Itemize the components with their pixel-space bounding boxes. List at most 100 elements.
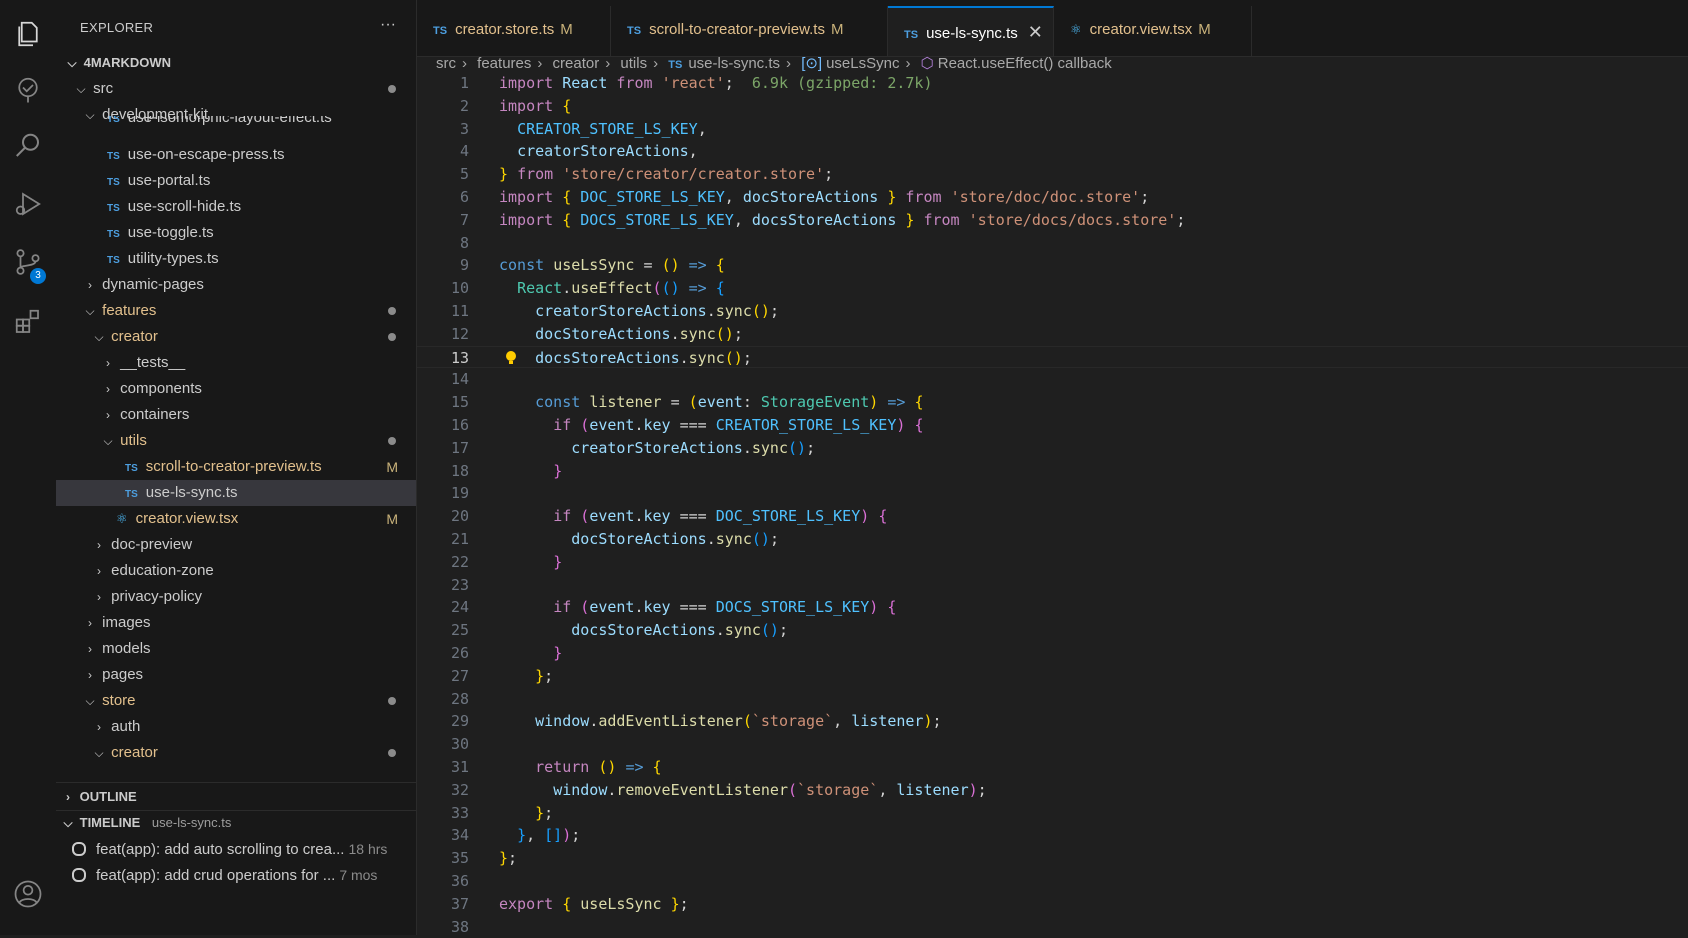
- code-line[interactable]: 31 return () => {: [417, 756, 1688, 779]
- code-text: const listener = (event: StorageEvent) =…: [535, 393, 924, 412]
- tree-folder[interactable]: › privacy-policy: [56, 584, 416, 610]
- tree-file[interactable]: TS use-on-escape-press.ts: [56, 142, 416, 168]
- lightbulb-icon[interactable]: [505, 350, 517, 366]
- tree-folder[interactable]: › doc-preview: [56, 532, 416, 558]
- code-line[interactable]: 24 if (event.key === DOCS_STORE_LS_KEY) …: [417, 596, 1688, 619]
- code-line[interactable]: 27 };: [417, 665, 1688, 688]
- breadcrumb-item[interactable]: features: [477, 55, 531, 72]
- breadcrumb-symbol[interactable]: useLsSync: [826, 55, 899, 72]
- code-line[interactable]: 23: [417, 574, 1688, 597]
- tree-folder[interactable]: ⌵ utils: [56, 428, 416, 454]
- code-line[interactable]: 9 const useLsSync = () => {: [417, 254, 1688, 277]
- run-debug-icon[interactable]: [10, 186, 46, 222]
- code-line[interactable]: 37 export { useLsSync };: [417, 893, 1688, 916]
- code-line[interactable]: 10 React.useEffect(() => {: [417, 277, 1688, 300]
- tree-file[interactable]: TS use-scroll-hide.ts: [56, 194, 416, 220]
- code-line[interactable]: 5} from 'store/creator/creator.store';: [417, 163, 1688, 186]
- tree-folder[interactable]: › images: [56, 610, 416, 636]
- code-line[interactable]: 25 docsStoreActions.sync();: [417, 619, 1688, 642]
- code-line[interactable]: 18 }: [417, 460, 1688, 483]
- code-line[interactable]: 35};: [417, 847, 1688, 870]
- tree-folder[interactable]: › auth: [56, 714, 416, 740]
- tree-folder[interactable]: ⌵ creator: [56, 740, 416, 766]
- source-control-graph-icon[interactable]: [10, 72, 46, 108]
- tree-folder[interactable]: › components: [56, 376, 416, 402]
- code-line[interactable]: 12 docStoreActions.sync();: [417, 323, 1688, 346]
- timeline-item[interactable]: feat(app): add crud operations for ... 7 …: [56, 862, 416, 888]
- tree-file[interactable]: ⚛ creator.view.tsx M: [56, 506, 416, 532]
- outline-section[interactable]: › OUTLINE: [56, 784, 416, 810]
- code-line[interactable]: 20 if (event.key === DOC_STORE_LS_KEY) {: [417, 505, 1688, 528]
- tree-folder[interactable]: › containers: [56, 402, 416, 428]
- tab-use-ls-sync[interactable]: TS use-ls-sync.ts ✕: [888, 6, 1054, 56]
- chevron-right-icon: ›: [97, 538, 101, 552]
- workspace-root[interactable]: ⌵ 4MARKDOWN: [56, 50, 416, 76]
- more-actions-icon[interactable]: ···: [380, 16, 396, 34]
- code-line[interactable]: 13 docsStoreActions.sync();: [417, 345, 1688, 369]
- timeline-section[interactable]: ⌵ TIMELINE use-ls-sync.ts: [56, 810, 416, 836]
- breadcrumb-file[interactable]: use-ls-sync.ts: [688, 55, 780, 72]
- code-line[interactable]: 8: [417, 232, 1688, 255]
- code-line[interactable]: 26 }: [417, 642, 1688, 665]
- code-line[interactable]: 22 }: [417, 551, 1688, 574]
- tree-folder[interactable]: › dynamic-pages: [56, 272, 416, 298]
- code-line[interactable]: 17 creatorStoreActions.sync();: [417, 437, 1688, 460]
- code-line[interactable]: 14: [417, 368, 1688, 391]
- search-icon[interactable]: [10, 128, 46, 164]
- breadcrumb-item[interactable]: creator: [553, 55, 600, 72]
- tree-folder[interactable]: ⌵ src: [56, 76, 416, 102]
- explorer-icon[interactable]: [10, 16, 46, 52]
- line-number: 5: [459, 165, 469, 184]
- code-line[interactable]: 34 }, []);: [417, 824, 1688, 847]
- code-line[interactable]: 30: [417, 733, 1688, 756]
- extensions-icon[interactable]: [10, 304, 46, 340]
- tab-creator-store[interactable]: TS creator.store.ts M: [417, 6, 611, 56]
- timeline-item[interactable]: feat(app): add auto scrolling to crea...…: [56, 836, 416, 862]
- tree-folder[interactable]: › education-zone: [56, 558, 416, 584]
- tree-file[interactable]: TS use-portal.ts: [56, 168, 416, 194]
- tree-item-label: scroll-to-creator-preview.ts: [145, 458, 322, 475]
- breadcrumb-symbol[interactable]: React.useEffect() callback: [938, 55, 1112, 72]
- tree-folder[interactable]: ⌵ creator: [56, 324, 416, 350]
- code-line[interactable]: 3 CREATOR_STORE_LS_KEY,: [417, 118, 1688, 141]
- chevron-down-icon: ⌵: [85, 304, 95, 318]
- tab-scroll-to-creator-preview[interactable]: TS scroll-to-creator-preview.ts M: [611, 6, 888, 56]
- breadcrumb-item[interactable]: src: [436, 55, 456, 72]
- code-line[interactable]: 7 import { DOCS_STORE_LS_KEY, docsStoreAc…: [417, 209, 1688, 232]
- tree-folder[interactable]: ⌵ features: [56, 298, 416, 324]
- code-line[interactable]: 36: [417, 870, 1688, 893]
- line-number: 2: [459, 96, 469, 115]
- tree-folder[interactable]: › pages: [56, 662, 416, 688]
- code-line[interactable]: 33 };: [417, 802, 1688, 825]
- code-line[interactable]: 1 import React from 'react'; 6.9k (gzippe…: [417, 72, 1688, 95]
- code-line[interactable]: 2 import {: [417, 95, 1688, 118]
- code-line[interactable]: 11 creatorStoreActions.sync();: [417, 300, 1688, 323]
- tree-item-label: use-scroll-hide.ts: [127, 198, 242, 215]
- code-text: if (event.key === DOCS_STORE_LS_KEY) {: [553, 598, 897, 617]
- close-tab-icon[interactable]: ✕: [1028, 22, 1043, 42]
- tree-file[interactable]: TS use-ls-sync.ts: [56, 480, 416, 506]
- code-line[interactable]: 29 window.addEventListener(`storage`, li…: [417, 710, 1688, 733]
- breadcrumb-item[interactable]: utils: [620, 55, 647, 72]
- account-icon[interactable]: [10, 876, 46, 912]
- code-line[interactable]: 16 if (event.key === CREATOR_STORE_LS_KE…: [417, 414, 1688, 437]
- code-line[interactable]: 6 import { DOC_STORE_LS_KEY, docStoreActi…: [417, 186, 1688, 209]
- line-number: 16: [450, 416, 469, 434]
- tab-creator-view[interactable]: ⚛ creator.view.tsx M: [1054, 6, 1252, 56]
- tree-file[interactable]: TS use-isomorphic-layout-effect.ts: [56, 116, 416, 126]
- code-line[interactable]: 28: [417, 688, 1688, 711]
- code-line[interactable]: 4 creatorStoreActions,: [417, 140, 1688, 163]
- line-number: 17: [450, 438, 469, 457]
- tree-file[interactable]: TS scroll-to-creator-preview.ts M: [56, 454, 416, 480]
- tree-file[interactable]: TS use-toggle.ts: [56, 220, 416, 246]
- tree-file[interactable]: TS utility-types.ts: [56, 246, 416, 272]
- code-line[interactable]: 15 const listener = (event: StorageEvent…: [417, 391, 1688, 414]
- code-line[interactable]: 21 docStoreActions.sync();: [417, 528, 1688, 551]
- tree-folder[interactable]: › models: [56, 636, 416, 662]
- tree-folder[interactable]: ⌵ store: [56, 688, 416, 714]
- tree-folder[interactable]: › __tests__: [56, 350, 416, 376]
- code-editor[interactable]: 1 import React from 'react'; 6.9k (gzippe…: [417, 74, 1688, 936]
- timeline-item-time: 7 mos: [339, 867, 378, 883]
- code-line[interactable]: 32 window.removeEventListener(`storage`,…: [417, 779, 1688, 802]
- code-line[interactable]: 19: [417, 482, 1688, 505]
